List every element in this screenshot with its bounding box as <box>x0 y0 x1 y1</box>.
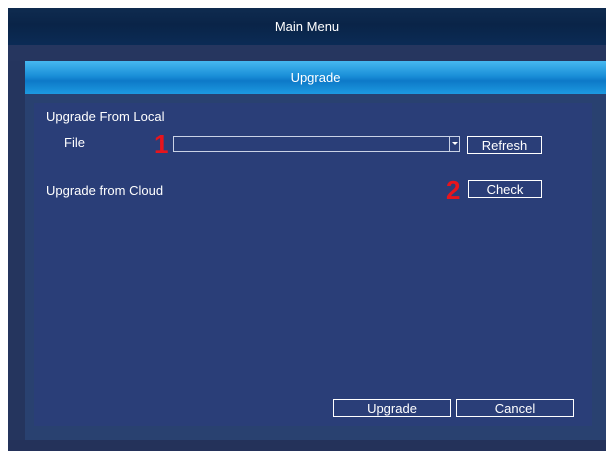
upgrade-button[interactable]: Upgrade <box>333 399 451 417</box>
upgrade-dialog-title-bar: Upgrade <box>25 61 606 94</box>
header-gap <box>8 45 606 61</box>
annotation-number-2: 2 <box>446 175 461 205</box>
main-menu-title: Main Menu <box>274 19 340 34</box>
file-label: File <box>64 135 85 150</box>
file-select[interactable] <box>173 136 460 152</box>
upgrade-dialog-body: Upgrade From Local File 1 Refresh Upgrad… <box>34 103 592 426</box>
cancel-button[interactable]: Cancel <box>456 399 574 417</box>
upgrade-from-local-heading: Upgrade From Local <box>46 109 165 124</box>
annotation-number-1: 1 <box>154 129 169 159</box>
main-menu-header: Main Menu <box>8 8 606 45</box>
upgrade-dialog-title: Upgrade <box>290 70 341 85</box>
chevron-down-icon[interactable] <box>449 137 459 151</box>
check-button[interactable]: Check <box>468 180 542 198</box>
bottom-border <box>8 440 606 451</box>
refresh-button[interactable]: Refresh <box>467 136 542 154</box>
upgrade-from-cloud-heading: Upgrade from Cloud <box>46 183 164 198</box>
upgrade-dialog: Upgrade Upgrade From Local File 1 Refres… <box>25 61 606 440</box>
main-menu-window: Main Menu Upgrade Upgrade From Local Fil… <box>8 8 606 451</box>
